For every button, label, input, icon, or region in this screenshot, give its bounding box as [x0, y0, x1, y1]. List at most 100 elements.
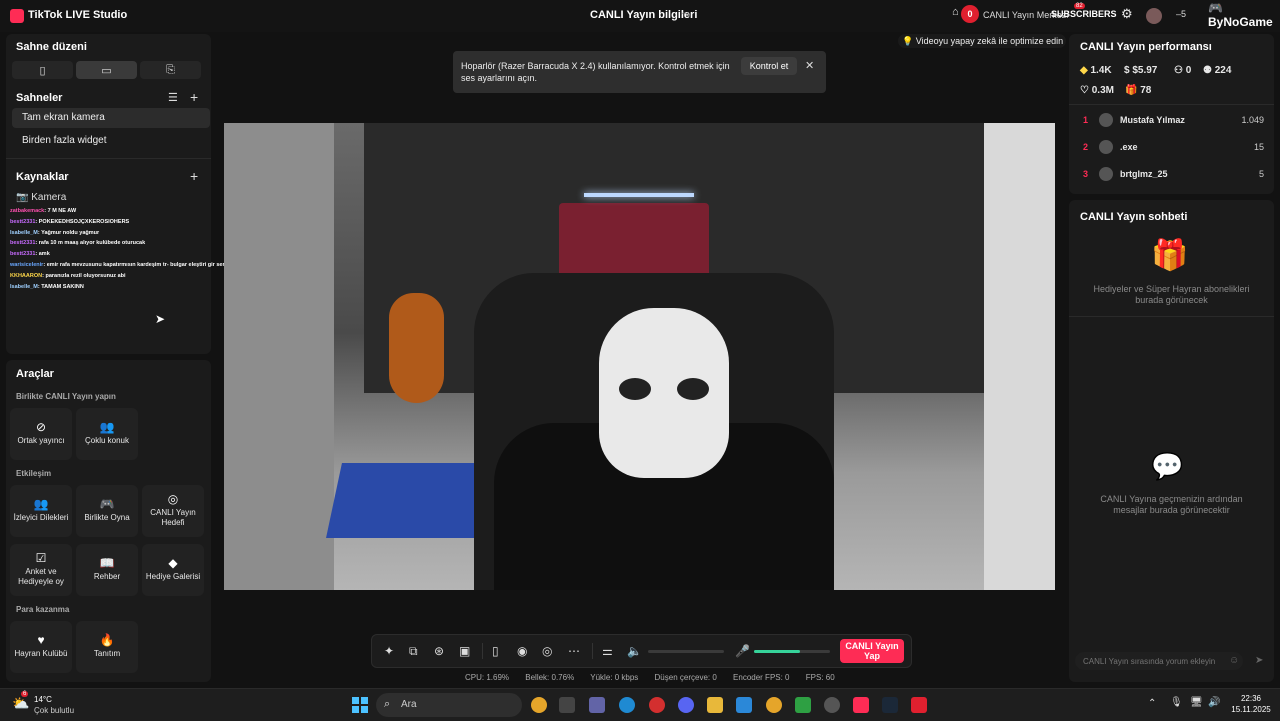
magic-wand-icon[interactable]: ✦ [384, 644, 394, 658]
discord-icon[interactable] [678, 697, 694, 713]
chat-text: : rafa 10 m maaş alıyor kulübede oturuca… [35, 240, 146, 247]
chrome-active-icon[interactable] [766, 697, 782, 713]
ai-optimize-button[interactable]: 💡 Videoyu yapay zekâ ile optimize edin [898, 34, 1066, 48]
tools-title: Araçlar [16, 368, 54, 380]
subscribers-overlay: SUBSCRIBERS [1051, 9, 1117, 19]
taskbar-search[interactable]: ⌕ Ara [376, 693, 522, 717]
weather-icon[interactable]: ⛅ [12, 695, 29, 712]
share-icon[interactable]: ⤳ [681, 8, 690, 21]
mask-eye-right [677, 378, 709, 400]
teams-icon[interactable] [589, 697, 605, 713]
phone-portrait-icon: ▯ [39, 64, 46, 77]
chat-username: KKHAARON [10, 272, 43, 279]
monitor-icon[interactable]: 🖥 [1190, 697, 1203, 708]
scene-multi-widget[interactable]: Birden fazla widget [12, 131, 210, 151]
record-icon[interactable]: ◉ [517, 644, 527, 658]
layout-portrait-button[interactable]: ▯ [12, 61, 73, 79]
windows-start-icon[interactable] [352, 697, 368, 713]
promote-tool[interactable]: 🔥 Tanıtım [76, 621, 138, 673]
divider [6, 158, 211, 159]
replay-icon[interactable]: ◎ [542, 644, 552, 658]
promote-label: Tanıtım [93, 649, 121, 658]
search-label: Ara [401, 699, 417, 710]
home-icon[interactable]: ⌂ [952, 6, 959, 18]
fan-club-tool[interactable]: ♥ Hayran Kulübü [10, 621, 72, 673]
edge-icon[interactable] [619, 697, 635, 713]
overlay-icon[interactable]: ▣ [459, 644, 470, 658]
app-title: TikTok LIVE Studio [28, 9, 128, 21]
gift-gallery-tool[interactable]: ◆ Hediye Galerisi [142, 544, 204, 596]
check-button[interactable]: Kontrol et [741, 57, 797, 75]
opera-icon[interactable] [649, 697, 665, 713]
chat-input[interactable] [1075, 652, 1243, 670]
earnings-stat: $ $5.97 [1124, 65, 1157, 76]
mail-icon[interactable] [736, 697, 752, 713]
cohost-tool[interactable]: ⊘ Ortak yayıncı [10, 408, 72, 460]
file-explorer-icon[interactable] [707, 697, 723, 713]
speaker-volume-slider[interactable] [648, 650, 724, 653]
play-together-label: Birlikte Oyna [84, 513, 130, 522]
notification-badge: 0 [961, 5, 979, 23]
microphone-icon[interactable]: 🎤 [735, 644, 750, 658]
play-together-tool[interactable]: 🎮 Birlikte Oyna [76, 485, 138, 537]
ranking-row[interactable]: 2 .exe 15 [1069, 139, 1274, 159]
ranking-row[interactable]: 1 Mustafa Yılmaz 1.049 [1069, 112, 1274, 132]
sliders-icon[interactable]: ⚌ [602, 644, 613, 658]
source-camera[interactable]: 📷 Kamera [16, 192, 66, 203]
obs-icon[interactable] [824, 697, 840, 713]
live-goal-tool[interactable]: ◎ CANLI Yayın Hedefi [142, 485, 204, 537]
steam-icon[interactable] [882, 697, 898, 713]
phone-icon[interactable]: ▯ [492, 644, 499, 658]
viewer-requests-tool[interactable]: 👥 İzleyici Dilekleri [10, 485, 72, 537]
chat-username: bestt2331 [10, 251, 36, 258]
chrome-icon[interactable] [531, 697, 547, 713]
store-icon[interactable] [559, 697, 575, 713]
clock[interactable]: 22:36 15.11.2025 [1230, 694, 1272, 714]
mic-volume-fill [754, 650, 800, 653]
likes-value: 0.3M [1091, 85, 1114, 96]
more-icon[interactable]: ⋯ [568, 644, 580, 658]
settings-gear-icon[interactable]: ⚙ [1121, 6, 1133, 22]
tools-panel: Araçlar Birlikte CANLI Yayın yapın ⊘ Orta… [6, 360, 211, 682]
tiktok-taskbar-icon[interactable] [853, 697, 869, 713]
android-icon[interactable] [795, 697, 811, 713]
start-tile [361, 697, 368, 704]
ai-optimize-label: Videoyu yapay zekâ ile optimize edin [915, 36, 1064, 46]
chat-bubble-icon: 💬 [1151, 451, 1184, 481]
effects-icon[interactable]: ⊛ [434, 644, 444, 658]
dropped-frames-stat: Düşen çerçeve: 0 [654, 673, 717, 682]
chat-username: Isabelle_M [10, 229, 38, 236]
emoji-icon[interactable]: ☺ [1229, 655, 1239, 666]
guide-label: Rehber [93, 572, 121, 581]
add-scene-icon[interactable]: + [190, 89, 198, 105]
target-icon: ◎ [167, 492, 179, 506]
cpu-stat: CPU: 1.69% [465, 673, 510, 682]
chevron-up-icon[interactable]: ⌃ [1148, 698, 1156, 709]
list-icon[interactable]: ☰ [168, 91, 178, 104]
microphone-tray-icon[interactable]: 🎙 [1170, 697, 1183, 708]
close-icon[interactable]: ✕ [805, 59, 814, 72]
camera-preview[interactable] [224, 123, 1055, 590]
avatar[interactable] [1146, 8, 1162, 24]
add-source-icon[interactable]: + [190, 168, 198, 184]
volume-icon[interactable]: 🔊 [1208, 697, 1220, 708]
youtube-icon[interactable] [911, 697, 927, 713]
mic-volume-slider[interactable] [754, 650, 830, 653]
speaker-icon[interactable]: 🔈 [627, 644, 642, 658]
send-icon[interactable]: ➤ [1255, 655, 1263, 666]
chat-overlay-line: Isabelle_M: TAMAM SAKINN [10, 284, 84, 290]
stream-toolbar: ✦ ⧉ ⊛ ▣ ▯ ◉ ◎ ⋯ ⚌ 🔈 🎤 CANLI Yayın Yap [371, 634, 912, 668]
multi-guest-tool[interactable]: 👥 Çoklu konuk [76, 408, 138, 460]
minimize-counter[interactable]: –5 [1176, 9, 1186, 19]
performance-stats: CPU: 1.69% Bellek: 0.76% Yükle: 0 kbps D… [465, 673, 849, 682]
layout-rotate-button[interactable]: ⎘ [140, 61, 201, 79]
scene-fullscreen-camera[interactable]: Tam ekran kamera [12, 108, 210, 128]
viewers-value: 0 [1185, 65, 1192, 76]
poll-tool[interactable]: ☑ Anket ve Hediyeyle oy [10, 544, 72, 596]
ranking-row[interactable]: 3 brtglmz_25 5 [1069, 166, 1274, 186]
go-live-button[interactable]: CANLI Yayın Yap [840, 639, 904, 663]
screen-add-icon[interactable]: ⧉ [409, 644, 418, 659]
guide-tool[interactable]: 📖 Rehber [76, 544, 138, 596]
heart-icon: ♡ [1080, 85, 1089, 96]
layout-landscape-button[interactable]: ▭ [76, 61, 137, 79]
